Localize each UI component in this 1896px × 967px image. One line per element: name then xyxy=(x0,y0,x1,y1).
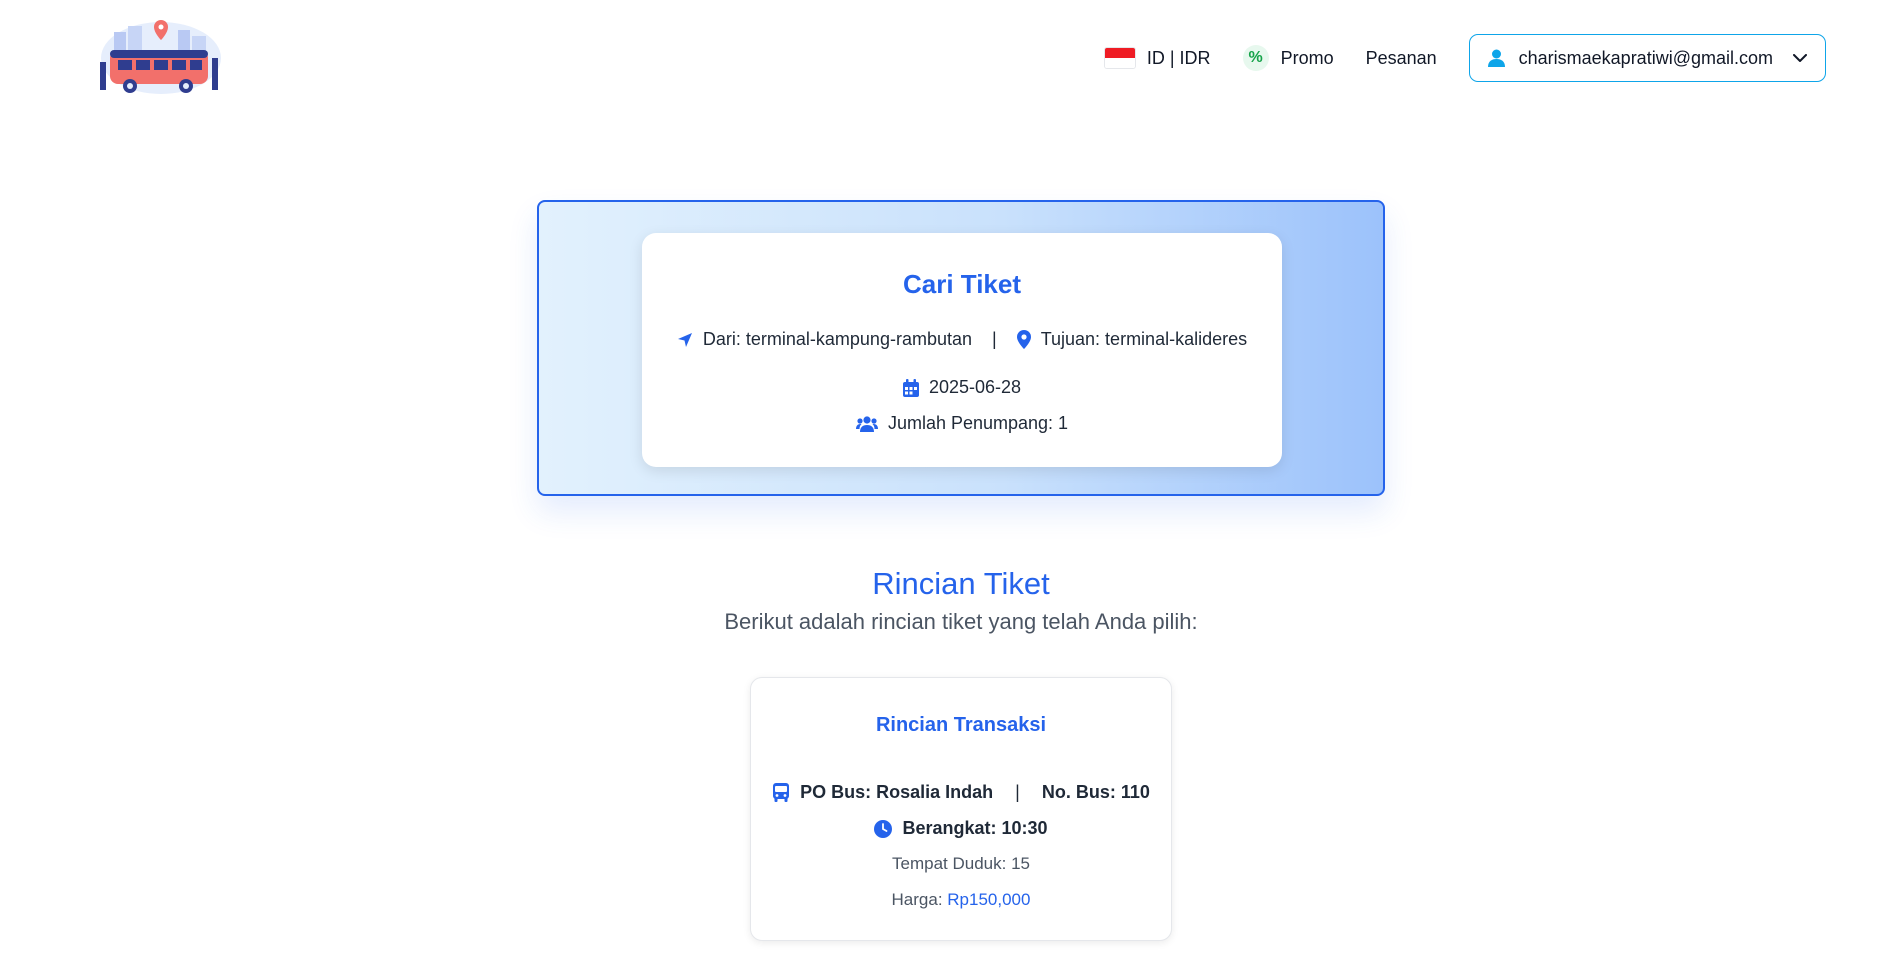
clock-icon xyxy=(874,819,893,838)
bus-info: PO Bus: Rosalia Indah | No. Bus: 110 xyxy=(751,782,1171,803)
passenger-info: Jumlah Penumpang: 1 xyxy=(642,413,1282,434)
destination-text: Tujuan: terminal-kalideres xyxy=(1040,329,1248,349)
price-label: Harga: xyxy=(891,890,943,909)
bus-number-text: No. Bus: 110 xyxy=(1041,782,1150,802)
passenger-count: Jumlah Penumpang: 1 xyxy=(887,413,1069,433)
search-title: Cari Tiket xyxy=(902,269,1021,299)
route-separator: | xyxy=(992,329,997,349)
departure-text: Berangkat: 10:30 xyxy=(902,818,1048,838)
date-info: 2025-06-28 xyxy=(642,377,1282,398)
departure-info: Berangkat: 10:30 xyxy=(751,818,1171,839)
bus-icon xyxy=(772,783,790,802)
ticket-detail-subtitle: Berikut adalah rincian tiket yang telah … xyxy=(724,609,1198,634)
calendar-icon xyxy=(902,378,919,397)
bus-separator: | xyxy=(1015,782,1020,802)
orders-label: Pesanan xyxy=(1365,47,1437,68)
navbar: ID | IDR % Promo Pesanan charismaekaprat… xyxy=(0,0,1896,118)
route-info: Dari: terminal-kampung-rambutan | Tujuan… xyxy=(642,329,1282,350)
logo[interactable] xyxy=(94,18,229,100)
users-icon xyxy=(855,415,878,432)
search-banner: Cari Tiket Dari: terminal-kampung-rambut… xyxy=(537,200,1385,496)
percent-icon: % xyxy=(1242,45,1269,71)
user-icon xyxy=(1487,49,1505,67)
po-bus-text: PO Bus: Rosalia Indah xyxy=(800,782,994,802)
nav-menu: ID | IDR % Promo Pesanan charismaekaprat… xyxy=(1104,34,1826,82)
price-info: Harga: Rp150,000 xyxy=(751,890,1171,910)
origin-text: Dari: terminal-kampung-rambutan xyxy=(702,329,972,349)
indonesia-flag-icon xyxy=(1104,48,1135,68)
user-menu-button[interactable]: charismaekapratiwi@gmail.com xyxy=(1468,34,1826,82)
seat-info: Tempat Duduk: 15 xyxy=(892,854,1030,873)
orders-link[interactable]: Pesanan xyxy=(1366,48,1437,69)
search-summary-card: Cari Tiket Dari: terminal-kampung-rambut… xyxy=(642,233,1282,467)
ticket-detail-title: Rincian Tiket xyxy=(872,566,1050,601)
price-value: Rp150,000 xyxy=(947,890,1031,909)
transaction-title: Rincian Transaksi xyxy=(875,714,1047,736)
promo-link[interactable]: % Promo xyxy=(1242,45,1334,71)
locale-label: ID | IDR xyxy=(1146,47,1211,68)
map-pin-icon xyxy=(1016,330,1031,349)
location-arrow-icon xyxy=(677,332,693,348)
user-email: charismaekapratiwi@gmail.com xyxy=(1518,47,1773,68)
locale-selector[interactable]: ID | IDR xyxy=(1104,47,1211,69)
transaction-card[interactable]: Rincian Transaksi PO Bus: Rosalia Indah … xyxy=(750,677,1172,941)
travel-date: 2025-06-28 xyxy=(928,377,1022,397)
promo-label: Promo xyxy=(1280,47,1334,68)
chevron-down-icon xyxy=(1793,53,1807,63)
